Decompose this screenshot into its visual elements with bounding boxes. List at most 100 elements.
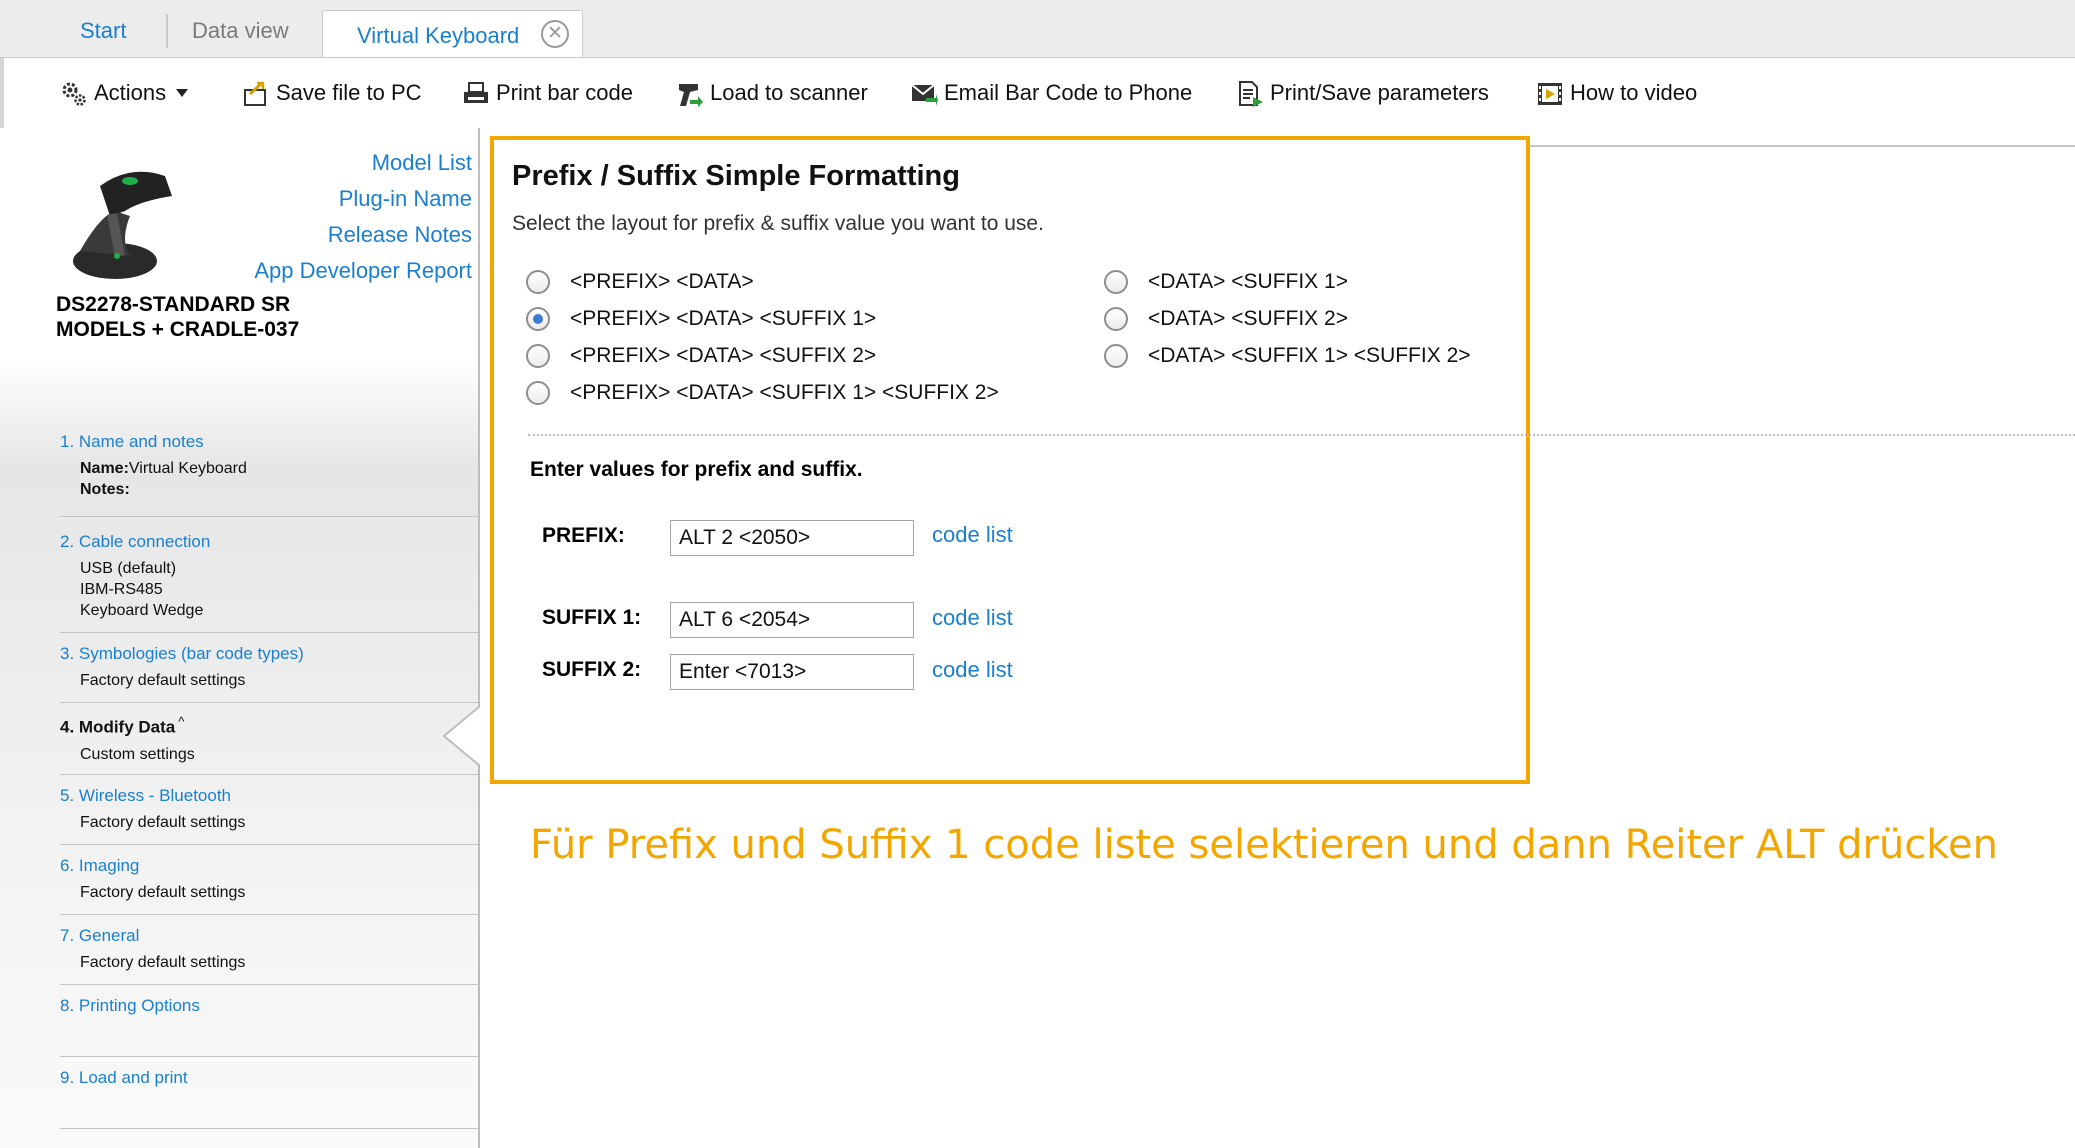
step-title[interactable]: 8. Printing Options <box>60 996 478 1016</box>
radio-label: <PREFIX> <DATA> <SUFFIX 1> <SUFFIX 2> <box>570 381 999 404</box>
radio-circle <box>526 344 550 368</box>
panel-title: Prefix / Suffix Simple Formatting <box>512 160 960 192</box>
model-name: DS2278-STANDARD SR MODELS + CRADLE-037 <box>56 292 356 342</box>
radio-prefix-data-suffix2[interactable]: <PREFIX> <DATA> <SUFFIX 2> <box>526 344 876 368</box>
suffix1-label: SUFFIX 1: <box>542 606 642 629</box>
model-name-line-1: DS2278-STANDARD SR <box>56 293 291 316</box>
email-bar-code-button[interactable]: Email Bar Code to Phone <box>910 78 1192 108</box>
release-notes-link[interactable]: Release Notes <box>328 222 472 248</box>
prefix-input[interactable] <box>670 520 914 556</box>
step-divider <box>60 984 478 985</box>
tab-bar: Start Data view Virtual Keyboard ✕ <box>0 0 2075 59</box>
radio-circle <box>1104 307 1128 331</box>
content-top-border <box>1530 145 2075 147</box>
scanner-product-image <box>60 156 180 286</box>
prefix-label: PREFIX: <box>542 524 625 547</box>
step-title[interactable]: 2. Cable connection <box>60 532 478 552</box>
step-detail: Factory default settings <box>80 814 246 831</box>
tab-start[interactable]: Start <box>80 18 126 44</box>
radio-circle <box>1104 344 1128 368</box>
close-tab-icon[interactable]: ✕ <box>541 20 569 48</box>
step-detail: Factory default settings <box>80 672 246 689</box>
suffix2-input[interactable] <box>670 654 914 690</box>
radio-label: <DATA> <SUFFIX 1> <box>1148 270 1348 293</box>
radio-data-suffix1[interactable]: <DATA> <SUFFIX 1> <box>1104 270 1348 294</box>
email-icon <box>910 80 938 106</box>
step-title[interactable]: 6. Imaging <box>60 856 478 876</box>
printer-icon <box>462 80 488 106</box>
radio-circle <box>1104 270 1128 294</box>
step-divider <box>60 632 478 633</box>
step-detail: USB (default) <box>80 560 177 577</box>
radio-circle-checked <box>526 307 550 331</box>
step-symbologies: 3. Symbologies (bar code types) Factory … <box>60 644 478 691</box>
step-divider <box>60 914 478 915</box>
step-title[interactable]: 5. Wireless - Bluetooth <box>60 786 478 806</box>
step-title[interactable]: 3. Symbologies (bar code types) <box>60 644 478 664</box>
prefix-code-list-link[interactable]: code list <box>932 522 1013 548</box>
radio-prefix-data[interactable]: <PREFIX> <DATA> <box>526 270 754 294</box>
step-title[interactable]: 4. Modify Data ^ <box>60 714 478 738</box>
prefix-suffix-panel: Prefix / Suffix Simple Formatting Select… <box>490 136 1530 784</box>
actions-label: Actions <box>94 80 167 105</box>
scanner-load-icon <box>676 80 703 107</box>
gears-icon <box>60 80 86 106</box>
print-save-parameters-button[interactable]: Print/Save parameters <box>1236 78 1489 108</box>
step-general: 7. General Factory default settings <box>60 926 478 973</box>
chevron-down-icon <box>176 89 189 97</box>
step-divider <box>60 1056 478 1057</box>
model-list-link[interactable]: Model List <box>372 150 472 176</box>
load-to-scanner-label: Load to scanner <box>710 80 868 105</box>
step-detail: IBM-RS485 <box>80 581 163 598</box>
print-bar-code-button[interactable]: Print bar code <box>462 78 633 108</box>
tab-separator <box>166 14 168 48</box>
panel-subtitle: Select the layout for prefix & suffix va… <box>512 212 1044 235</box>
step-title-text: 4. Modify Data <box>60 717 176 737</box>
app-developer-report-link[interactable]: App Developer Report <box>254 258 472 284</box>
radio-data-suffix1-suffix2[interactable]: <DATA> <SUFFIX 1> <SUFFIX 2> <box>1104 344 1471 368</box>
radio-label: <PREFIX> <DATA> <box>570 270 754 293</box>
caret-up-icon: ^ <box>178 714 185 729</box>
step-title[interactable]: 7. General <box>60 926 478 946</box>
sidebar: Model List Plug-in Name Release Notes Ap… <box>0 128 480 1148</box>
suffix1-input[interactable] <box>670 602 914 638</box>
how-to-video-label: How to video <box>1570 80 1698 105</box>
step-title[interactable]: 1. Name and notes <box>60 432 478 452</box>
step-divider <box>60 774 478 775</box>
enter-values-heading: Enter values for prefix and suffix. <box>530 458 863 481</box>
radio-prefix-data-suffix1[interactable]: <PREFIX> <DATA> <SUFFIX 1> <box>526 307 876 331</box>
radio-label: <PREFIX> <DATA> <SUFFIX 2> <box>570 344 877 367</box>
plug-in-name-link[interactable]: Plug-in Name <box>339 186 472 212</box>
name-label: Name: <box>80 460 129 477</box>
actions-menu[interactable]: Actions <box>60 78 189 108</box>
radio-label: <DATA> <SUFFIX 1> <SUFFIX 2> <box>1148 344 1471 367</box>
step-name-line: Name:Virtual Keyboard <box>80 458 478 479</box>
step-printing-options: 8. Printing Options <box>60 996 478 1016</box>
step-detail: Custom settings <box>80 745 195 763</box>
notes-label: Notes: <box>80 481 130 498</box>
radio-data-suffix2[interactable]: <DATA> <SUFFIX 2> <box>1104 307 1348 331</box>
radio-label: <PREFIX> <DATA> <SUFFIX 1> <box>570 307 877 330</box>
how-to-video-button[interactable]: How to video <box>1536 78 1697 108</box>
save-file-button[interactable]: Save file to PC <box>242 78 422 108</box>
radio-prefix-data-suffix1-suffix2[interactable]: <PREFIX> <DATA> <SUFFIX 1> <SUFFIX 2> <box>526 381 999 405</box>
print-save-parameters-label: Print/Save parameters <box>1270 80 1489 105</box>
step-wireless-bluetooth: 5. Wireless - Bluetooth Factory default … <box>60 786 478 833</box>
instruction-annotation: Für Prefix und Suffix 1 code liste selek… <box>530 822 1998 868</box>
tab-virtual-keyboard-label: Virtual Keyboard <box>357 23 520 48</box>
tab-data-view[interactable]: Data view <box>192 18 289 44</box>
suffix2-code-list-link[interactable]: code list <box>932 657 1013 683</box>
load-to-scanner-button[interactable]: Load to scanner <box>676 78 868 108</box>
step-modify-data: 4. Modify Data ^ Custom settings <box>60 714 478 765</box>
document-icon <box>1236 80 1263 107</box>
step-name-and-notes: 1. Name and notes Name:Virtual Keyboard … <box>60 432 478 500</box>
active-step-pointer <box>442 706 482 766</box>
suffix2-label: SUFFIX 2: <box>542 658 642 681</box>
tab-virtual-keyboard[interactable]: Virtual Keyboard ✕ <box>322 10 583 59</box>
toolbar: Actions Save file to PC Print bar code L… <box>0 58 2075 128</box>
step-divider <box>60 844 478 845</box>
suffix1-code-list-link[interactable]: code list <box>932 605 1013 631</box>
save-file-label: Save file to PC <box>276 80 422 105</box>
step-title[interactable]: 9. Load and print <box>60 1068 478 1088</box>
step-notes-line: Notes: <box>80 479 478 500</box>
